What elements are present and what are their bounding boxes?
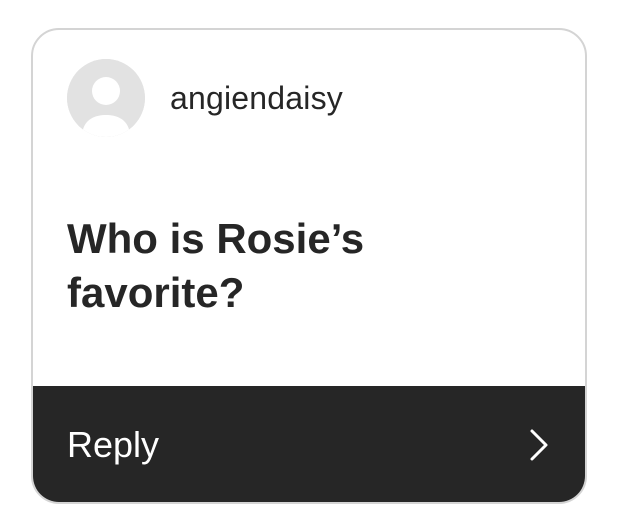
username-label[interactable]: angiendaisy (170, 80, 343, 117)
reply-label: Reply (67, 424, 160, 465)
reply-button[interactable]: Reply (33, 386, 585, 502)
question-card: angiendaisy Who is Rosie’s favorite? Rep… (31, 28, 587, 504)
question-text: Who is Rosie’s favorite? (67, 215, 365, 316)
default-avatar-icon[interactable] (67, 59, 145, 137)
chevron-right-icon (530, 429, 548, 461)
card-header: angiendaisy (67, 58, 343, 138)
